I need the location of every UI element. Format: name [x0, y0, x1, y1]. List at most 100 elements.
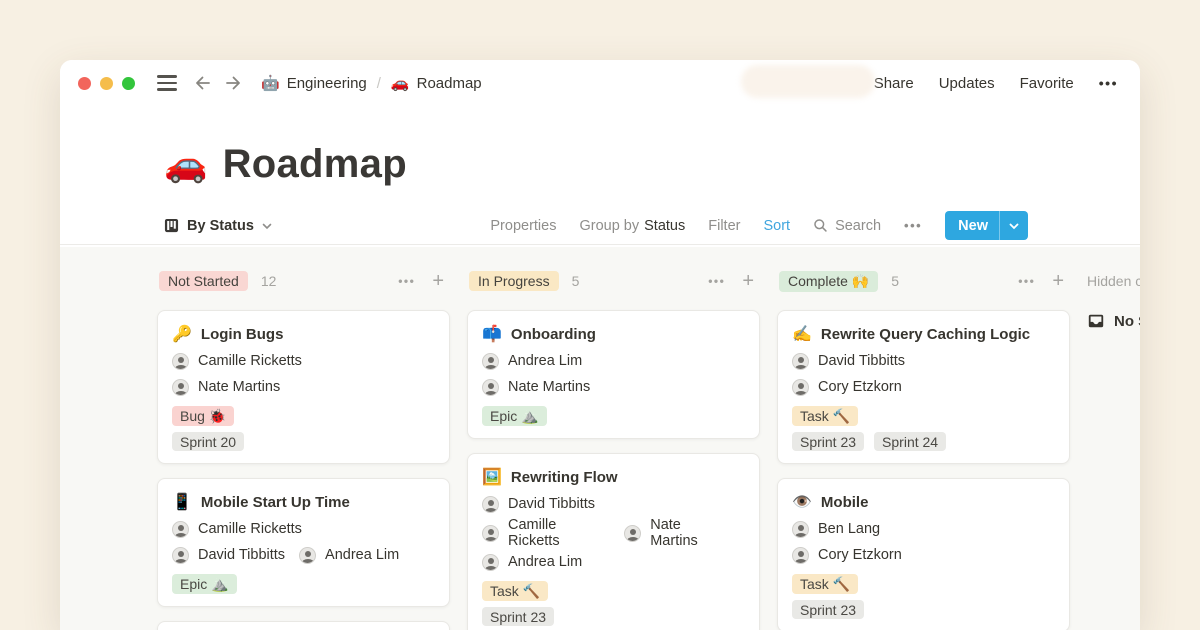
sidebar-menu-icon[interactable]: [157, 75, 177, 90]
hidden-column-no-status[interactable]: No Status: [1087, 312, 1140, 330]
card-assignee-row: Camille Ricketts: [172, 516, 435, 542]
card-tag-row: Bug 🐞: [172, 406, 435, 426]
group-by-label: Group by: [579, 218, 639, 234]
close-window-button[interactable]: [78, 77, 91, 90]
card-title-text: Rewrite Query Caching Logic: [821, 326, 1030, 343]
assignee-david-tibbitts: David Tibbitts: [792, 353, 905, 370]
breadcrumb-workspace-label: Engineering: [287, 75, 367, 92]
view-switcher[interactable]: By Status: [164, 218, 272, 234]
column-status-badge[interactable]: Complete 🙌: [779, 271, 878, 292]
avatar: [792, 353, 809, 370]
breadcrumb-workspace[interactable]: 🤖 Engineering: [261, 74, 367, 92]
favorite-button[interactable]: Favorite: [1020, 75, 1074, 92]
minimize-window-button[interactable]: [100, 77, 113, 90]
column-more-icon[interactable]: •••: [398, 274, 415, 288]
assignee-ben-lang: Ben Lang: [792, 521, 880, 538]
assignee-nate-martins: Nate Martins: [482, 379, 590, 396]
view-toolbar: By Status Properties Group byStatus Filt…: [60, 207, 1140, 245]
column-count: 5: [572, 273, 580, 289]
zoom-window-button[interactable]: [122, 77, 135, 90]
card-title: 🖼️Rewriting Flow: [482, 464, 745, 491]
column-count: 12: [261, 273, 277, 289]
board-card-error-codes[interactable]: ‼️Error Codes: [157, 621, 450, 630]
assignee-name: Cory Etzkorn: [818, 547, 902, 563]
updates-button[interactable]: Updates: [939, 75, 995, 92]
assignee-nate-martins: Nate Martins: [624, 517, 731, 549]
share-button[interactable]: Share: [874, 75, 914, 92]
new-button[interactable]: New: [945, 211, 1028, 240]
board-card-onboarding[interactable]: 📫OnboardingAndrea LimNate MartinsEpic ⛰️: [467, 310, 760, 439]
column-status-badge[interactable]: In Progress: [469, 271, 559, 291]
board-card-mobile-start-up-time[interactable]: 📱Mobile Start Up TimeCamille RickettsDav…: [157, 478, 450, 607]
card-assignee-row: David Tibbitts: [792, 348, 1055, 374]
assignee-name: Andrea Lim: [508, 554, 582, 570]
tag-task: Task 🔨: [792, 574, 858, 594]
column-header: Complete 🙌5•••+: [777, 268, 1070, 294]
card-title: ✍️Rewrite Query Caching Logic: [792, 321, 1055, 348]
more-options-icon[interactable]: •••: [1099, 75, 1118, 91]
assignee-andrea-lim: Andrea Lim: [482, 554, 582, 571]
toolbar-more-icon[interactable]: •••: [904, 218, 922, 233]
column-status-badge[interactable]: Not Started: [159, 271, 248, 291]
titlebar-actions: Share Updates Favorite •••: [874, 75, 1118, 92]
app-window: 🤖 Engineering / 🚗 Roadmap Share Updates …: [60, 60, 1140, 630]
breadcrumb-page-label: Roadmap: [417, 75, 482, 92]
card-emoji-icon: 👁️: [792, 495, 812, 511]
assignee-name: Camille Ricketts: [198, 521, 302, 537]
tag-task: Task 🔨: [482, 581, 548, 601]
card-assignee-row: Andrea Lim: [482, 549, 745, 575]
back-arrow-icon[interactable]: [193, 73, 213, 93]
card-title-text: Mobile: [821, 494, 869, 511]
card-tag-row: Epic ⛰️: [482, 406, 745, 426]
chevron-down-icon: [262, 221, 272, 231]
assignee-name: Andrea Lim: [508, 353, 582, 369]
assignee-camille-ricketts: Camille Ricketts: [172, 521, 302, 538]
card-emoji-icon: 🖼️: [482, 470, 502, 486]
hidden-columns-toggle[interactable]: Hidden columns: [1087, 268, 1140, 294]
breadcrumb-page[interactable]: 🚗 Roadmap: [391, 74, 482, 92]
column-more-icon[interactable]: •••: [1018, 274, 1035, 288]
forward-arrow-icon[interactable]: [223, 73, 243, 93]
page-icon[interactable]: 🚗: [164, 147, 208, 182]
board-card-login-bugs[interactable]: 🔑Login BugsCamille RickettsNate MartinsB…: [157, 310, 450, 464]
card-title: 👁️ Mobile: [792, 489, 1055, 516]
avatar: [482, 496, 499, 513]
page-title[interactable]: Roadmap: [223, 142, 407, 187]
card-tag-row: Task 🔨: [792, 406, 1055, 426]
card-tag-row: Task 🔨: [792, 574, 1055, 594]
card-assignee-row: Nate Martins: [482, 374, 745, 400]
board-card-rewriting-flow[interactable]: 🖼️Rewriting FlowDavid TibbittsCamille Ri…: [467, 453, 760, 630]
card-tag-row: Epic ⛰️: [172, 574, 435, 594]
page-header: 🚗 Roadmap: [60, 106, 1140, 187]
card-tag-row: Sprint 23: [482, 607, 745, 626]
search-label: Search: [835, 218, 881, 234]
card-tag-row: Sprint 20: [172, 432, 435, 451]
filter-button[interactable]: Filter: [708, 218, 740, 234]
assignee-cory-etzkorn: Cory Etzkorn: [792, 547, 902, 564]
group-by-button[interactable]: Group byStatus: [579, 218, 685, 234]
tag-sprint-24: Sprint 24: [874, 432, 946, 451]
card-emoji-icon: 📫: [482, 327, 502, 343]
column-add-icon[interactable]: +: [432, 271, 444, 291]
new-dropdown-button[interactable]: [1000, 221, 1028, 231]
search-icon: [813, 218, 828, 233]
search-button[interactable]: Search: [813, 218, 881, 234]
card-emoji-icon: 📱: [172, 495, 192, 511]
column-actions: ••• +: [1018, 271, 1064, 291]
tag-sprint-23: Sprint 23: [792, 432, 864, 451]
board-columns: Not Started 12 ••• + 🔑Login BugsCamille Rick…: [157, 268, 1140, 630]
tag-sprint-23: Sprint 23: [482, 607, 554, 626]
column-add-icon[interactable]: +: [742, 271, 754, 291]
properties-button[interactable]: Properties: [490, 218, 556, 234]
tag-task: Task 🔨: [792, 406, 858, 426]
column-more-icon[interactable]: •••: [708, 274, 725, 288]
board-card-rewrite-query-caching-logic[interactable]: ✍️Rewrite Query Caching Logic David Tibbi…: [777, 310, 1070, 464]
inbox-icon: [1087, 312, 1105, 330]
column-add-icon[interactable]: +: [1052, 271, 1064, 291]
toolbar-controls: Properties Group byStatus Filter Sort Se…: [490, 211, 1028, 240]
card-assignee-row: David Tibbitts: [482, 491, 745, 517]
sort-button[interactable]: Sort: [763, 218, 790, 234]
board-card-mobile[interactable]: 👁️MobileBen LangCory EtzkornTask 🔨Sprint…: [777, 478, 1070, 630]
avatar: [624, 525, 641, 542]
assignee-name: Nate Martins: [198, 379, 280, 395]
